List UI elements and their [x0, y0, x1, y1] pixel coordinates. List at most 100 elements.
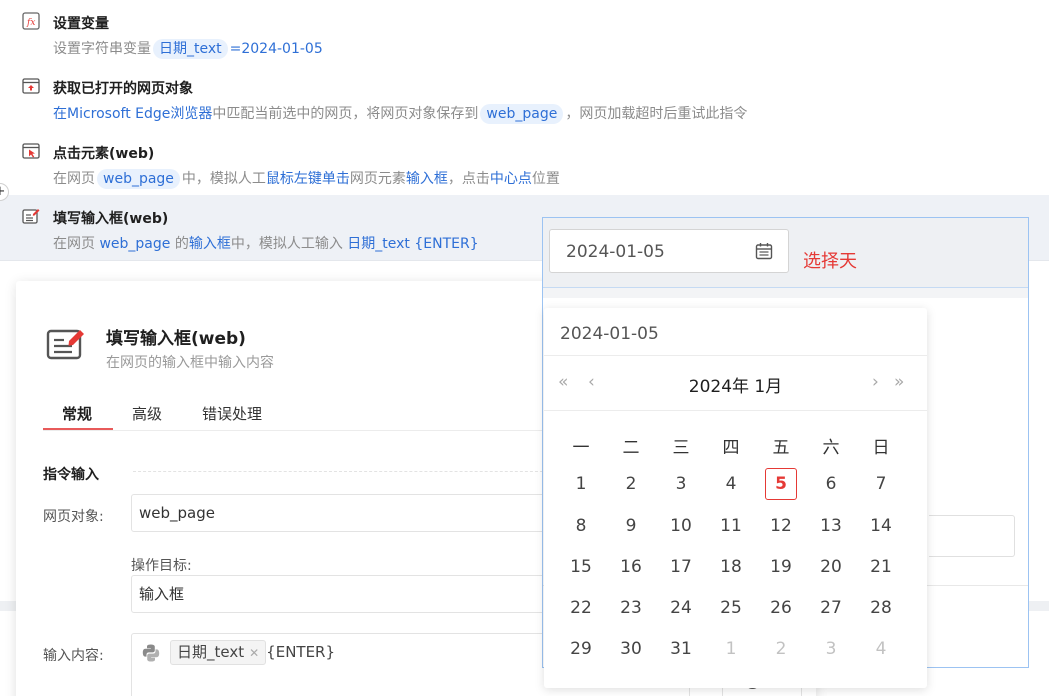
input-content-label: 输入内容: [43, 648, 104, 664]
app-root: fx 设置变量 设置字符串变量 日期_text =2024-01-05 获取已打开的… [0, 0, 1049, 696]
day-cell[interactable]: 15 [565, 551, 597, 583]
calendar-selected-value: 2024-01-05 [560, 324, 659, 344]
weekday-label: 四 [722, 438, 740, 458]
remove-tag-icon[interactable]: ✕ [249, 646, 259, 660]
step-desc-text: 的 [174, 236, 189, 252]
day-cell[interactable]: 12 [765, 510, 797, 542]
day-cell[interactable]: 3 [665, 468, 697, 500]
next-year-button[interactable]: » [894, 372, 904, 392]
day-cell[interactable]: 17 [665, 551, 697, 583]
workflow-step-get-page[interactable]: 获取已打开的网页对象 在Microsoft Edge浏览器中匹配当前选中的网页，… [0, 65, 1049, 130]
browser-window-icon [22, 78, 40, 94]
workflow-step-set-variable[interactable]: fx 设置变量 设置字符串变量 日期_text =2024-01-05 [0, 0, 1049, 65]
step-description: 在网页 web_page 中，模拟人工鼠标左键单击网页元素输入框，点击中心点位置 [53, 168, 560, 189]
target-label: 操作目标: [131, 558, 192, 574]
calendar-month-label[interactable]: 2024年 1月 [544, 372, 927, 397]
day-cell[interactable]: 31 [665, 633, 697, 665]
day-cell[interactable]: 3 [815, 633, 847, 665]
active-tab-indicator [43, 428, 113, 430]
day-cell[interactable]: 20 [815, 551, 847, 583]
day-cell[interactable]: 4 [865, 633, 897, 665]
day-cell[interactable]: 9 [615, 510, 647, 542]
day-cell[interactable]: 28 [865, 592, 897, 624]
background-strip [0, 601, 16, 611]
click-action: 鼠标左键单击 [265, 171, 350, 187]
step-desc-text: 中，模拟人工 [181, 171, 266, 187]
calendar-icon[interactable] [755, 242, 773, 260]
page-object-label: 网页对象: [43, 509, 104, 525]
day-cell[interactable]: 2 [615, 468, 647, 500]
hint-text: 选择天 [803, 251, 857, 272]
input-variable: 日期_text [347, 236, 410, 252]
day-cell[interactable]: 19 [765, 551, 797, 583]
tab-error-handling[interactable]: 错误处理 [202, 403, 262, 424]
step-desc-text: 网页元素 [349, 171, 406, 187]
background-strip [543, 288, 1028, 298]
day-cell[interactable]: 13 [815, 510, 847, 542]
python-icon [142, 644, 160, 662]
day-cell[interactable]: 26 [765, 592, 797, 624]
day-cell[interactable]: 6 [815, 468, 847, 500]
weekday-label: 一 [572, 438, 590, 458]
day-cell[interactable]: 4 [715, 468, 747, 500]
step-description: 在网页 web_page 的输入框中，模拟人工输入 日期_text {ENTER… [53, 233, 479, 253]
tab-general[interactable]: 常规 [62, 403, 92, 424]
background-field [929, 515, 1015, 557]
variable-tag-label: 日期_text [177, 643, 245, 661]
step-desc-text: 位置 [531, 171, 560, 187]
date-picker-toolbar: 2024-01-05 选择天 [543, 218, 1028, 288]
weekday-label: 日 [872, 438, 890, 458]
day-cell[interactable]: 8 [565, 510, 597, 542]
calendar-nav: « ‹ 2024年 1月 › » [544, 356, 927, 411]
step-desc-text: 在 [53, 106, 67, 122]
day-cell[interactable]: 11 [715, 510, 747, 542]
step-description: 在Microsoft Edge浏览器中匹配当前选中的网页，将网页对象保存到 web… [53, 103, 747, 124]
day-cell-selected[interactable]: 5 [765, 468, 797, 500]
day-cell[interactable]: 1 [565, 468, 597, 500]
day-cell[interactable]: 18 [715, 551, 747, 583]
weekday-label: 三 [672, 438, 690, 458]
calendar-header: 2024-01-05 [544, 308, 927, 356]
step-title: 设置变量 [53, 16, 109, 32]
day-cell[interactable]: 1 [715, 633, 747, 665]
day-cell[interactable]: 27 [815, 592, 847, 624]
browser-name: Microsoft Edge浏览器 [67, 106, 213, 122]
step-desc-text: ，网页加载超时后重试此指令 [565, 106, 748, 122]
day-cell[interactable]: 23 [615, 592, 647, 624]
day-cell[interactable]: 2 [765, 633, 797, 665]
dialog-title: 填写输入框(web) [106, 329, 246, 349]
variable-pill: web_page [480, 104, 564, 124]
variable-pill: web_page [99, 236, 171, 252]
day-cell[interactable]: 25 [715, 592, 747, 624]
day-cell[interactable]: 22 [565, 592, 597, 624]
calendar-popup: 2024-01-05 « ‹ 2024年 1月 › » 一二三四五六日 1234… [544, 308, 927, 688]
workflow-step-click-element[interactable]: 点击元素(web) 在网页 web_page 中，模拟人工鼠标左键单击网页元素输入框… [0, 130, 1049, 195]
weekday-label: 六 [822, 438, 840, 458]
day-cell[interactable]: 16 [615, 551, 647, 583]
weekday-label: 二 [622, 438, 640, 458]
variable-pill: 日期_text [153, 39, 228, 59]
input-content-value: 日期_text ✕ {ENTER} [170, 640, 335, 665]
step-desc-text: 设置字符串变量 [53, 41, 151, 57]
tab-advanced[interactable]: 高级 [132, 403, 162, 424]
step-desc-text: 在网页 [53, 171, 95, 187]
step-desc-text: 中匹配当前选中的网页，将网页对象保存到 [212, 106, 479, 122]
step-desc-text: 中，模拟人工输入 [230, 236, 343, 252]
weekday-label: 五 [772, 438, 790, 458]
day-cell[interactable]: 7 [865, 468, 897, 500]
click-element-icon [22, 143, 40, 159]
step-desc-text: 在网页 [53, 236, 95, 252]
step-title: 点击元素(web) [53, 146, 155, 162]
day-cell[interactable]: 10 [665, 510, 697, 542]
day-cell[interactable]: 14 [865, 510, 897, 542]
date-input[interactable]: 2024-01-05 [549, 229, 789, 273]
day-cell[interactable]: 30 [615, 633, 647, 665]
day-cell[interactable]: 29 [565, 633, 597, 665]
step-title: 填写输入框(web) [53, 211, 169, 227]
dialog-tabs: 常规 高级 错误处理 [43, 401, 563, 431]
day-cell[interactable]: 21 [865, 551, 897, 583]
step-description: 设置字符串变量 日期_text =2024-01-05 [53, 38, 323, 59]
variable-tag[interactable]: 日期_text ✕ [170, 640, 267, 665]
next-month-button[interactable]: › [872, 372, 879, 392]
day-cell[interactable]: 24 [665, 592, 697, 624]
